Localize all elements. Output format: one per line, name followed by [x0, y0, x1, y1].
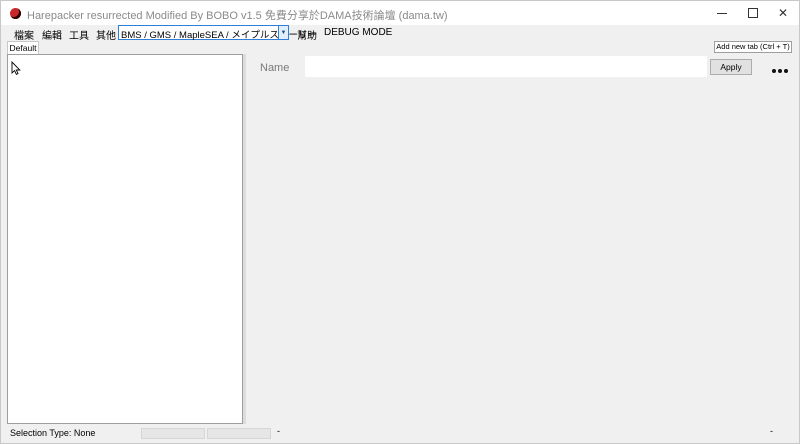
menu-debug-mode[interactable]: DEBUG MODE [324, 27, 392, 38]
maximize-icon [748, 8, 758, 18]
maximize-button[interactable] [736, 1, 770, 25]
close-button[interactable]: ✕ [766, 1, 799, 25]
selection-type-status: Selection Type: None [10, 428, 96, 438]
menu-edit[interactable]: 編輯 [42, 27, 62, 42]
minimize-button[interactable] [705, 1, 739, 25]
status-progress-box [207, 428, 271, 439]
add-new-tab-button[interactable]: Add new tab (Ctrl + T) [714, 41, 792, 53]
status-field: - [770, 426, 773, 436]
panel-splitter[interactable] [243, 54, 246, 424]
mouse-pointer-icon [11, 61, 21, 75]
wz-tree-view[interactable] [7, 54, 243, 424]
dot [772, 69, 776, 73]
dot [784, 69, 788, 73]
region-select[interactable]: BMS / GMS / MapleSEA / メイプルストーリー ▼ [118, 25, 317, 41]
minimize-icon [717, 12, 727, 14]
apply-button[interactable]: Apply [710, 59, 752, 75]
name-label: Name [260, 62, 290, 74]
menu-file[interactable]: 檔案 [14, 27, 34, 42]
tab-default[interactable]: Default [7, 41, 39, 54]
name-input[interactable] [305, 56, 707, 77]
app-window: Harepacker resurrected Modified By BOBO … [0, 0, 800, 444]
menu-other[interactable]: 其他 [96, 27, 116, 42]
menu-bar: 檔案 編輯 工具 其他 BMS / GMS / MapleSEA / メイプルス… [1, 25, 799, 42]
status-progress-box [141, 428, 205, 439]
dropdown-arrow-icon[interactable]: ▼ [278, 26, 288, 39]
close-icon: ✕ [777, 6, 789, 20]
title-bar: Harepacker resurrected Modified By BOBO … [1, 1, 799, 25]
menu-help[interactable]: 幫助 [297, 27, 317, 42]
window-title: Harepacker resurrected Modified By BOBO … [27, 10, 448, 22]
more-options-icon[interactable] [772, 68, 788, 74]
harepacker-app-icon [10, 8, 21, 19]
status-field: - [277, 426, 280, 436]
menu-tools[interactable]: 工具 [69, 27, 89, 42]
status-bar: Selection Type: None - - [1, 425, 799, 443]
dot [778, 69, 782, 73]
